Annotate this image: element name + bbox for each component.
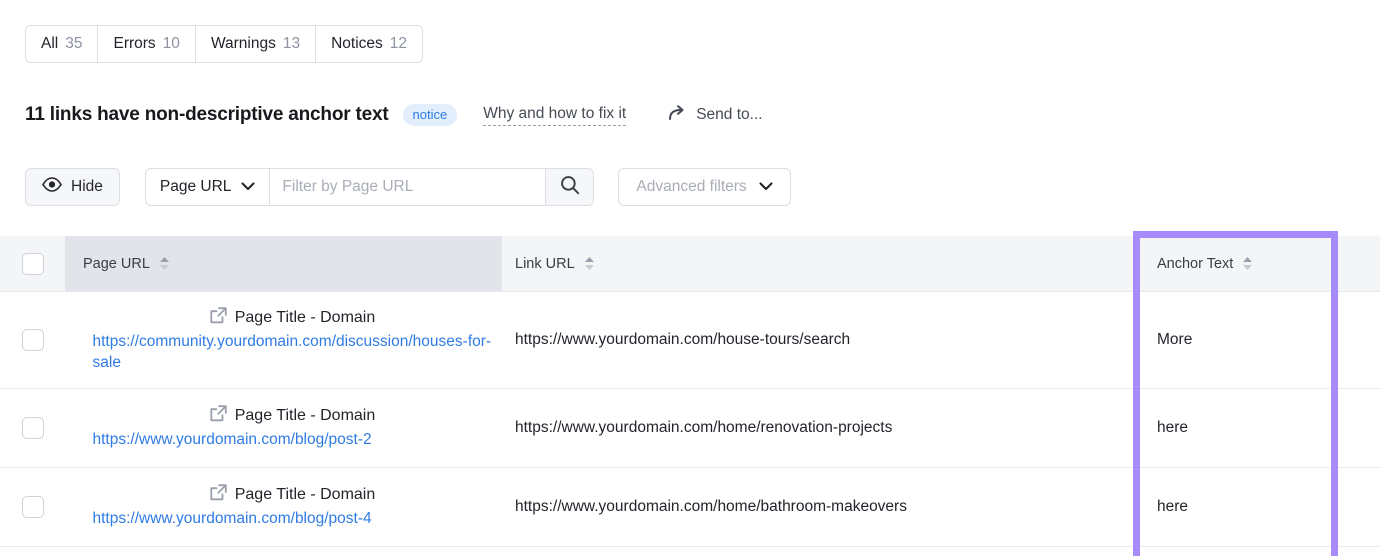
sort-icon — [158, 256, 171, 271]
table-header-row: Page URL Link URL Anchor Text — [0, 236, 1380, 292]
page-url-link[interactable]: https://www.yourdomain.com/blog/post-2 — [93, 430, 493, 451]
row-select-cell — [0, 468, 65, 546]
send-to-button[interactable]: Send to... — [668, 104, 762, 126]
row-select-cell — [0, 389, 65, 467]
page-url-link[interactable]: https://www.yourdomain.com/blog/post-4 — [93, 509, 493, 530]
tab-warnings[interactable]: Warnings 13 — [196, 26, 316, 62]
link-url-text: https://www.yourdomain.com/house-tours/s… — [515, 331, 850, 349]
page-url-link[interactable]: https://community.yourdomain.com/discuss… — [93, 332, 493, 374]
page-title-text: Page Title - Domain — [235, 309, 376, 327]
page-url-cell: Page Title - Domain https://www.yourdoma… — [65, 389, 502, 467]
page-title-line: Page Title - Domain — [210, 405, 376, 427]
why-and-how-to-fix-it-link[interactable]: Why and how to fix it — [483, 105, 626, 126]
select-all-cell — [0, 236, 65, 291]
tab-all-count: 35 — [65, 35, 82, 53]
chevron-down-icon — [241, 178, 255, 196]
row-select-cell — [0, 292, 65, 388]
table-row[interactable]: Page Title - Domain https://www.yourdoma… — [0, 468, 1380, 547]
tab-errors-count: 10 — [163, 35, 180, 53]
anchor-text-value: here — [1157, 498, 1188, 516]
sort-icon — [583, 256, 596, 271]
tab-all-label: All — [41, 35, 58, 53]
table-row[interactable]: Page Title - Domain https://www.yourdoma… — [0, 389, 1380, 468]
search-icon — [560, 175, 580, 200]
advanced-filters-label: Advanced filters — [636, 178, 746, 196]
link-url-cell: https://www.yourdomain.com/home/bathroom… — [502, 468, 1139, 546]
column-header-anchor-text[interactable]: Anchor Text — [1139, 236, 1380, 291]
link-url-cell: https://www.yourdomain.com/house-tours/s… — [502, 292, 1139, 388]
page-url-cell: Page Title - Domain https://www.yourdoma… — [65, 468, 502, 546]
sort-icon — [1241, 256, 1254, 271]
issue-type-tabs: All 35 Errors 10 Warnings 13 Notices 12 — [25, 25, 423, 63]
tab-errors-label: Errors — [113, 35, 155, 53]
link-url-text: https://www.yourdomain.com/home/renovati… — [515, 419, 892, 437]
table-row[interactable]: Page Title - Domain https://community.yo… — [0, 292, 1380, 389]
anchor-text-cell: here — [1139, 468, 1380, 546]
anchor-text-value: More — [1157, 331, 1192, 349]
tab-all[interactable]: All 35 — [26, 26, 98, 62]
page-title-line: Page Title - Domain — [210, 307, 376, 329]
row-checkbox[interactable] — [22, 417, 44, 439]
tab-warnings-count: 13 — [283, 35, 300, 53]
share-arrow-icon — [668, 104, 687, 126]
search-button[interactable] — [545, 169, 593, 205]
link-url-cell: https://www.yourdomain.com/home/renovati… — [502, 389, 1139, 467]
tab-notices-label: Notices — [331, 35, 383, 53]
status-badge: notice — [403, 104, 458, 126]
external-link-icon[interactable] — [210, 484, 227, 506]
tab-notices-count: 12 — [390, 35, 407, 53]
page-title-text: Page Title - Domain — [235, 486, 376, 504]
page-title: 11 links have non-descriptive anchor tex… — [25, 104, 389, 126]
send-to-label: Send to... — [696, 106, 762, 124]
hide-button-label: Hide — [71, 178, 103, 196]
column-header-anchor-text-label: Anchor Text — [1157, 256, 1233, 272]
search-input[interactable] — [270, 169, 545, 205]
external-link-icon[interactable] — [210, 307, 227, 329]
column-header-link-url-label: Link URL — [515, 256, 575, 272]
row-checkbox[interactable] — [22, 329, 44, 351]
filter-input-group: Page URL — [145, 168, 595, 206]
issue-header: 11 links have non-descriptive anchor tex… — [25, 102, 763, 128]
link-url-text: https://www.yourdomain.com/home/bathroom… — [515, 498, 907, 516]
eye-icon — [42, 177, 62, 197]
anchor-text-value: here — [1157, 419, 1188, 437]
hide-button[interactable]: Hide — [25, 168, 120, 206]
column-header-page-url[interactable]: Page URL — [65, 236, 502, 291]
advanced-filters-dropdown[interactable]: Advanced filters — [618, 168, 790, 206]
anchor-text-cell: More — [1139, 292, 1380, 388]
issues-table: Page URL Link URL Anchor Text — [0, 236, 1380, 547]
select-all-checkbox[interactable] — [22, 253, 44, 275]
column-header-link-url[interactable]: Link URL — [502, 236, 1139, 291]
filter-column-select[interactable]: Page URL — [146, 169, 271, 205]
tab-warnings-label: Warnings — [211, 35, 276, 53]
filter-column-value: Page URL — [160, 178, 232, 196]
column-header-page-url-label: Page URL — [83, 256, 150, 272]
tab-notices[interactable]: Notices 12 — [316, 26, 422, 62]
filter-toolbar: Hide Page URL Advanced filters — [25, 168, 791, 206]
page-title-text: Page Title - Domain — [235, 407, 376, 425]
tab-errors[interactable]: Errors 10 — [98, 26, 195, 62]
chevron-down-icon — [759, 178, 773, 196]
page-title-line: Page Title - Domain — [210, 484, 376, 506]
row-checkbox[interactable] — [22, 496, 44, 518]
page-url-cell: Page Title - Domain https://community.yo… — [65, 292, 502, 388]
anchor-text-cell: here — [1139, 389, 1380, 467]
external-link-icon[interactable] — [210, 405, 227, 427]
